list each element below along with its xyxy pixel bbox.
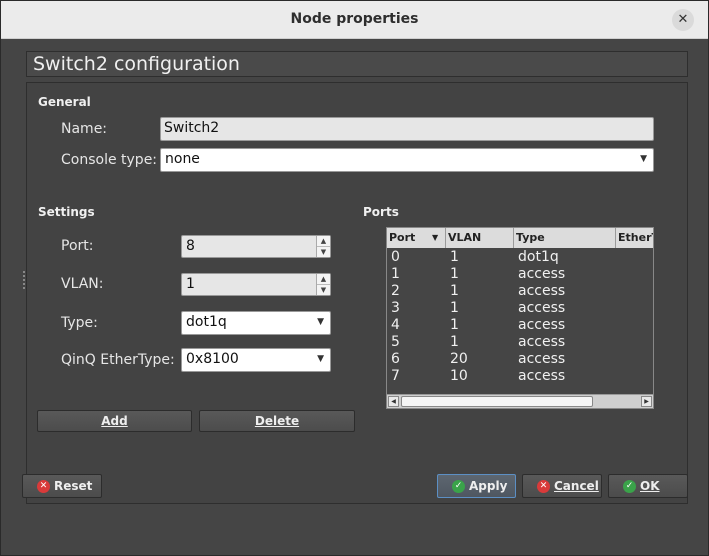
cell-type: access [518,283,566,299]
vlan-value: 1 [186,276,195,292]
dialog-content: Switch2 configuration General Name: Swit… [10,39,700,547]
cell-vlan: 1 [450,317,459,333]
config-title: Switch2 configuration [33,53,240,75]
name-input[interactable]: Switch2 [160,117,654,141]
spin-up-icon[interactable]: ▲ [317,236,330,247]
column-header-vlan[interactable]: VLAN [446,228,514,248]
ports-table: Port ▼ VLAN Type EtherTy 01dot1q11access… [386,227,654,409]
type-label: Type: [61,315,98,331]
cell-port: 2 [391,283,400,299]
spin-down-icon[interactable]: ▼ [317,247,330,258]
cancel-button[interactable]: ✕ Cancel [522,474,602,498]
console-type-value: none [165,151,200,167]
name-label: Name: [61,121,108,137]
spin-down-icon[interactable]: ▼ [317,285,330,296]
check-circle-icon: ✓ [452,480,465,493]
table-row[interactable]: 7 10 access [387,368,653,385]
column-header-ethertype[interactable]: EtherTy [616,228,653,248]
sort-descending-icon: ▼ [432,233,439,242]
cell-type: access [518,317,566,333]
qinq-ethertype-label: QinQ EtherType: [61,352,175,368]
cell-type: dot1q [518,249,559,265]
chevron-down-icon: ▼ [317,317,324,327]
qinq-ethertype-select[interactable]: 0x8100 ▼ [181,348,331,372]
console-type-label: Console type: [61,152,158,168]
cell-type: access [518,368,566,384]
cell-vlan: 1 [450,249,459,265]
cell-port: 5 [391,334,400,350]
cell-port: 0 [391,249,400,265]
ports-section-title: Ports [363,205,399,219]
cancel-circle-icon: ✕ [37,480,50,493]
chevron-down-icon: ▼ [640,154,647,164]
cell-vlan: 1 [450,334,459,350]
table-row[interactable]: 3 1 access [387,300,653,317]
apply-button[interactable]: ✓ Apply [437,474,516,498]
ports-table-header: Port ▼ VLAN Type EtherTy [387,228,653,248]
qinq-ethertype-value: 0x8100 [186,351,239,367]
config-panel: General Name: Switch2 Console type: none… [26,82,688,504]
cell-type: access [518,334,566,350]
vlan-label: VLAN: [61,276,104,292]
ok-button[interactable]: ✓ OK [608,474,688,498]
table-row[interactable]: 0 1 dot1q [387,249,653,266]
spin-up-icon[interactable]: ▲ [317,274,330,285]
cell-type: access [518,266,566,282]
add-button[interactable]: Add [37,410,192,432]
port-label: Port: [61,238,94,254]
general-section-title: General [38,95,91,109]
check-circle-icon: ✓ [623,480,636,493]
port-value: 8 [186,238,195,254]
window-title: Node properties [290,11,419,27]
cell-vlan: 20 [450,351,468,367]
table-row[interactable]: 5 1 access [387,334,653,351]
scroll-right-icon[interactable]: ▶ [641,396,652,407]
scroll-left-icon[interactable]: ◀ [388,396,399,407]
console-type-select[interactable]: none ▼ [160,148,654,172]
port-spinbox[interactable]: 8 ▲ ▼ [181,235,331,258]
reset-button[interactable]: ✕ Reset [22,474,102,498]
cell-vlan: 1 [450,266,459,282]
table-row[interactable]: 6 20 access [387,351,653,368]
cell-type: access [518,351,566,367]
type-select[interactable]: dot1q ▼ [181,311,331,335]
close-icon[interactable]: ✕ [672,9,694,31]
cell-port: 4 [391,317,400,333]
type-value: dot1q [186,314,227,330]
delete-button[interactable]: Delete [199,410,355,432]
table-row[interactable]: 4 1 access [387,317,653,334]
cell-vlan: 10 [450,368,468,384]
titlebar: Node properties ✕ [1,1,708,39]
table-row[interactable]: 1 1 access [387,266,653,283]
table-row[interactable]: 2 1 access [387,283,653,300]
config-header: Switch2 configuration [26,51,688,77]
cell-port: 1 [391,266,400,282]
horizontal-scrollbar[interactable]: ◀ ▶ [387,394,653,408]
cancel-circle-icon: ✕ [537,480,550,493]
resize-grip-icon[interactable] [23,271,25,289]
scrollbar-thumb[interactable] [401,396,593,407]
column-header-type[interactable]: Type [514,228,616,248]
cell-type: access [518,300,566,316]
settings-section-title: Settings [38,205,95,219]
cell-port: 6 [391,351,400,367]
cell-port: 3 [391,300,400,316]
cell-vlan: 1 [450,300,459,316]
node-properties-dialog: Node properties ✕ Switch2 configuration … [0,0,709,556]
vlan-spinbox[interactable]: 1 ▲ ▼ [181,273,331,296]
cell-port: 7 [391,368,400,384]
cell-vlan: 1 [450,283,459,299]
chevron-down-icon: ▼ [317,354,324,364]
